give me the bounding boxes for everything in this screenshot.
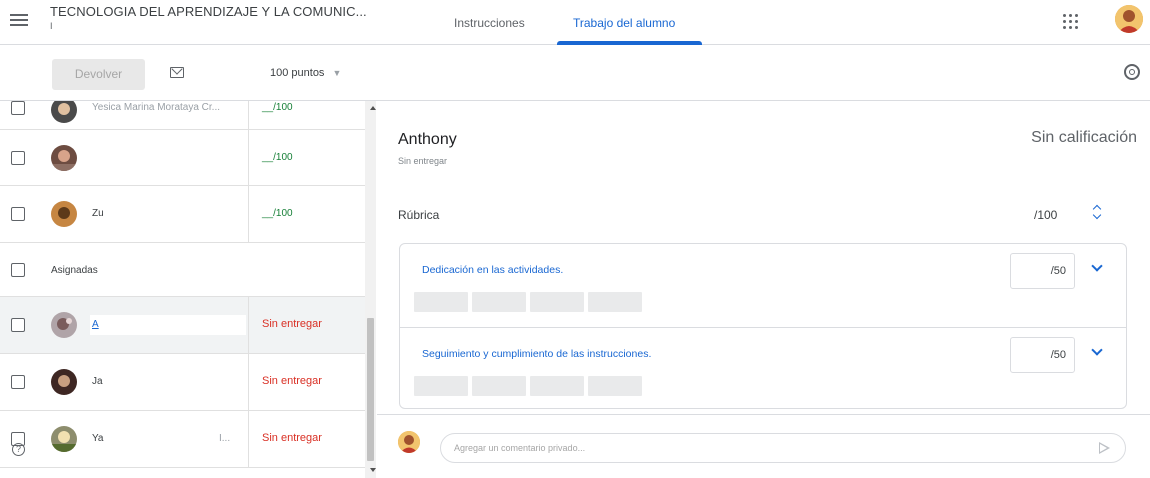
rubric-level-chip[interactable] — [472, 292, 526, 312]
apps-grid-icon[interactable] — [1063, 14, 1079, 30]
student-avatar — [51, 201, 77, 227]
student-checkbox[interactable] — [11, 101, 25, 115]
help-icon[interactable]: ? — [12, 443, 25, 456]
student-name: Yesica Marina Morataya Cr... — [92, 102, 221, 113]
chevron-down-icon[interactable] — [1091, 344, 1103, 356]
top-app-bar: TECNOLOGIA DEL APRENDIZAJE Y LA COMUNIC.… — [0, 0, 1150, 45]
student-grade[interactable]: __/100 — [262, 152, 293, 163]
scroll-down-arrow-icon[interactable] — [370, 468, 376, 472]
rubric-total: /100 — [1034, 208, 1058, 222]
truncated-text: I... — [219, 433, 231, 444]
grade-status: Sin calificación — [1031, 129, 1137, 146]
section-label: Asignadas — [51, 265, 98, 276]
student-avatar — [51, 312, 77, 338]
mail-icon[interactable] — [170, 67, 184, 78]
student-avatar — [51, 101, 77, 123]
student-list: Yesica Marina Morataya Cr... __/100 __/1… — [0, 101, 376, 478]
rubric-level-chip[interactable] — [414, 292, 468, 312]
submission-status: Sin entregar — [262, 318, 322, 330]
scroll-up-arrow-icon[interactable] — [370, 106, 376, 110]
rubric-criteria-box: Dedicación en las actividades. /50 Segui… — [399, 243, 1127, 409]
criterion-score-input[interactable]: /50 — [1010, 253, 1075, 289]
section-checkbox[interactable] — [11, 263, 25, 277]
rubric-levels — [414, 292, 642, 312]
student-row-selected[interactable]: A Sin entregar — [0, 297, 365, 354]
rubric-level-chip[interactable] — [530, 376, 584, 396]
tab-instrucciones[interactable]: Instrucciones — [454, 16, 525, 30]
rubric-level-chip[interactable] — [588, 292, 642, 312]
points-value: 100 puntos — [270, 67, 325, 79]
tab-trabajo-del-alumno[interactable]: Trabajo del alumno — [573, 16, 675, 30]
grading-toolbar: Devolver 100 puntos ▼ — [0, 45, 1150, 101]
student-checkbox[interactable] — [11, 375, 25, 389]
account-avatar-image — [1115, 5, 1143, 33]
commenter-avatar — [398, 431, 420, 453]
student-avatar — [51, 369, 77, 395]
submission-status: Sin entregar — [262, 375, 322, 387]
private-comment-input[interactable]: Agregar un comentario privado... — [440, 433, 1126, 463]
student-detail-status: Sin entregar — [398, 156, 448, 166]
student-name[interactable]: A — [92, 319, 99, 330]
student-detail-name: Anthony — [398, 131, 457, 148]
rubric-criterion: Dedicación en las actividades. /50 — [400, 244, 1126, 327]
rubric-level-chip[interactable] — [530, 292, 584, 312]
student-row[interactable]: Zu __/100 — [0, 186, 365, 243]
student-checkbox[interactable] — [11, 151, 25, 165]
student-avatar — [51, 426, 77, 452]
student-row[interactable]: Ja Sin entregar — [0, 354, 365, 411]
rubric-level-chip[interactable] — [588, 376, 642, 396]
points-dropdown[interactable]: 100 puntos ▼ — [270, 67, 341, 79]
account-avatar[interactable] — [1115, 5, 1143, 33]
send-icon[interactable] — [1099, 442, 1110, 454]
criterion-title[interactable]: Dedicación en las actividades. — [422, 264, 563, 276]
expand-collapse-icon[interactable] — [1092, 204, 1103, 221]
rubric-levels — [414, 376, 642, 396]
chevron-down-icon: ▼ — [332, 68, 342, 78]
student-checkbox[interactable] — [11, 318, 25, 332]
student-name: Ja — [92, 376, 103, 387]
rubric-criterion: Seguimiento y cumplimiento de las instru… — [400, 327, 1126, 410]
rubric-label: Rúbrica — [398, 208, 440, 222]
chevron-down-icon[interactable] — [1091, 260, 1103, 272]
criterion-score-input[interactable]: /50 — [1010, 337, 1075, 373]
student-row[interactable]: Ya I... Sin entregar — [0, 411, 365, 468]
section-header-asignadas: Asignadas — [0, 243, 365, 297]
private-comment-bar: Agregar un comentario privado... — [377, 414, 1150, 478]
return-button[interactable]: Devolver — [52, 59, 145, 90]
student-row[interactable]: __/100 — [0, 130, 365, 186]
scrollbar-thumb[interactable] — [367, 318, 374, 461]
rubric-level-chip[interactable] — [414, 376, 468, 396]
gear-icon[interactable] — [1124, 64, 1140, 80]
course-subtitle: I — [50, 21, 53, 31]
course-title[interactable]: TECNOLOGIA DEL APRENDIZAJE Y LA COMUNIC.… — [50, 4, 367, 19]
student-name: Ya — [92, 433, 104, 444]
student-row[interactable]: Yesica Marina Morataya Cr... __/100 — [0, 101, 365, 130]
student-avatar — [51, 145, 77, 171]
menu-icon[interactable] — [10, 11, 28, 29]
rubric-level-chip[interactable] — [472, 376, 526, 396]
submission-status: Sin entregar — [262, 432, 322, 444]
student-grade[interactable]: __/100 — [262, 102, 293, 113]
student-checkbox[interactable] — [11, 207, 25, 221]
student-detail-panel: Anthony Sin entregar Sin calificación Rú… — [377, 101, 1150, 478]
student-name: Zu — [92, 208, 104, 219]
criterion-title[interactable]: Seguimiento y cumplimiento de las instru… — [422, 348, 651, 360]
student-grade[interactable]: __/100 — [262, 208, 293, 219]
